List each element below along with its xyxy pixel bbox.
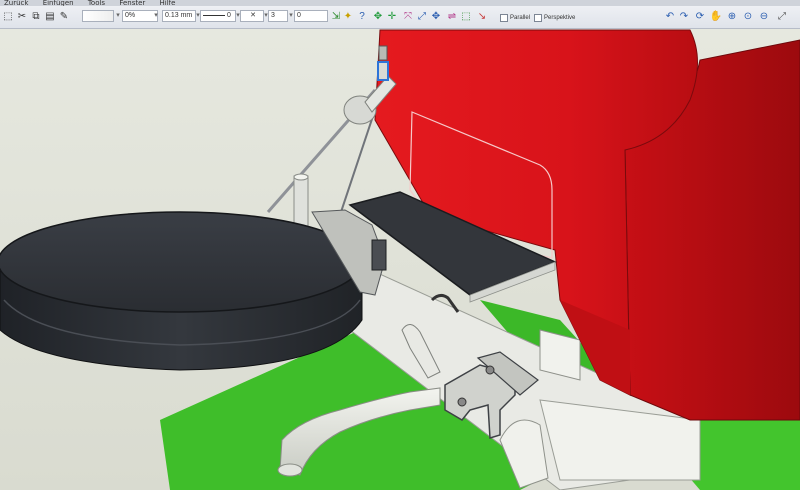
line-width-field[interactable]: 0.13 mm xyxy=(162,10,196,22)
fit-view-icon[interactable]: ⤢ xyxy=(776,10,788,22)
pipe-end xyxy=(277,463,303,477)
format-painter-icon[interactable]: ✎ xyxy=(58,10,70,22)
post-cap xyxy=(293,173,309,181)
copy-icon[interactable]: ⧉ xyxy=(30,10,42,22)
undo-view-icon[interactable]: ↶ xyxy=(664,10,676,22)
zoom-in-icon[interactable]: ⊕ xyxy=(726,10,738,22)
select-tool-icon[interactable]: ⬚ xyxy=(2,10,14,22)
move-icon[interactable]: ✥ xyxy=(372,10,384,22)
zoom-window-icon[interactable]: ⊙ xyxy=(742,10,754,22)
perspective-checkbox[interactable] xyxy=(534,14,542,22)
align-icon[interactable]: ⬚ xyxy=(460,10,472,22)
help-cursor-icon[interactable]: ? xyxy=(356,10,368,22)
spare-tire-tread[interactable] xyxy=(0,211,363,313)
fill-color-field[interactable] xyxy=(82,10,114,22)
selected-bolt[interactable] xyxy=(377,61,389,81)
parallel-label: Parallel xyxy=(510,15,531,21)
perspective-option[interactable]: Perspektive xyxy=(534,14,575,22)
cut-icon[interactable]: ✂ xyxy=(16,10,28,22)
vertical-post xyxy=(293,175,309,227)
toolbar: ⬚ ✂ ⧉ ▤ ✎ ▾ 0% ▾ 0.13 mm ▾ 0 ▾ ✕ ▾ 3 ▾ 0… xyxy=(0,6,800,29)
measure-icon[interactable]: ↘ xyxy=(476,10,488,22)
perspective-label: Perspektive xyxy=(544,15,576,21)
snap-icon[interactable]: ⇲ xyxy=(330,10,342,22)
zoom-out-icon[interactable]: ⊖ xyxy=(758,10,770,22)
bracket-clamp xyxy=(371,239,387,271)
orbit-icon[interactable]: ⟳ xyxy=(694,10,706,22)
fill-color-dropdown-icon[interactable]: ▾ xyxy=(114,10,122,22)
parallel-checkbox[interactable] xyxy=(500,14,508,22)
spacing-field[interactable]: 3 xyxy=(268,10,288,22)
transform-icon[interactable]: ⤧ xyxy=(402,10,414,22)
redo-view-icon[interactable]: ↷ xyxy=(678,10,690,22)
parallel-option[interactable]: Parallel xyxy=(500,14,530,22)
opacity-dropdown-icon[interactable]: ▾ xyxy=(152,10,160,22)
hitch-bolt-1 xyxy=(457,397,467,407)
hitch-bolt-2 xyxy=(485,365,495,375)
pan-icon[interactable]: ✋ xyxy=(710,10,722,22)
pivot-icon[interactable]: ✥ xyxy=(430,10,442,22)
offset-field[interactable]: 0 xyxy=(294,10,328,22)
lock-knob xyxy=(378,45,388,61)
scale-icon[interactable]: ⤢ xyxy=(416,10,428,22)
cad-viewport[interactable] xyxy=(0,29,800,490)
rotate-icon[interactable]: ✛ xyxy=(386,10,398,22)
line-end-field[interactable]: ✕ xyxy=(240,10,264,22)
line-style-field[interactable]: 0 xyxy=(200,10,236,22)
mirror-icon[interactable]: ⇌ xyxy=(446,10,458,22)
light-icon[interactable]: ✦ xyxy=(342,10,354,22)
line-count-value: 0 xyxy=(226,12,231,19)
paste-icon[interactable]: ▤ xyxy=(44,10,56,22)
